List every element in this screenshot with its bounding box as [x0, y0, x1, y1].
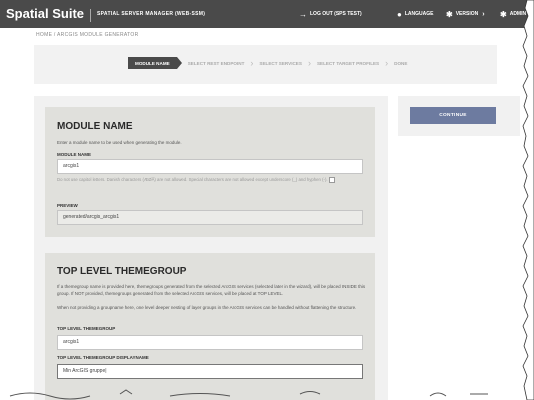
step-done[interactable]: DONE [388, 57, 413, 69]
themegroup-description: If a themegroup name is provided here, t… [57, 284, 366, 296]
brand-logo[interactable]: Spatial Suite [0, 6, 97, 22]
logout-icon: → [299, 9, 307, 19]
module-name-panel: MODULE NAME Enter a module name to be us… [45, 107, 375, 237]
themegroup-displayname-input[interactable]: Min ArcGIS gruppe| [57, 364, 363, 379]
breadcrumb-separator: / [53, 32, 56, 38]
themegroup-displayname-label: TOP LEVEL THEMEGROUP DISPLAYNAME [57, 355, 149, 360]
themegroup-input[interactable]: arcgis1 [57, 335, 363, 350]
module-name-description: Enter a module name to be used when gene… [57, 140, 182, 145]
app-name: SPATIAL SERVER MANAGER (WEB-SSM) [97, 11, 206, 17]
chevron-right-icon: › [482, 10, 485, 18]
version-menu[interactable]: ✱ VERSION › [446, 0, 485, 28]
logout-label: LOG OUT (SPS TEST) [310, 11, 362, 17]
themegroup-description-nesting: When not providing a groupname here, one… [57, 305, 357, 310]
checkbox[interactable] [328, 176, 335, 183]
step-select-target-profiles[interactable]: SELECT TARGET PROFILES [311, 57, 385, 69]
logout-link[interactable]: → LOG OUT (SPS TEST) [299, 0, 362, 28]
breadcrumb-current: ARCGIS MODULE GENERATOR [57, 32, 139, 38]
themegroup-panel: TOP LEVEL THEMEGROUP If a themegroup nam… [45, 253, 375, 400]
preview-label: PREVIEW [57, 203, 78, 208]
language-label: LANGUAGE [404, 11, 434, 17]
wizard-steps: MODULE NAME SELECT REST ENDPOINT › SELEC… [128, 57, 413, 69]
continue-button[interactable]: CONTINUE [410, 107, 496, 124]
step-module-name[interactable]: MODULE NAME [128, 57, 177, 69]
module-name-hint: Do not use capitol letters. Danish chara… [57, 176, 363, 183]
breadcrumb: HOME / ARCGIS MODULE GENERATOR [36, 32, 138, 38]
torn-edge-decoration [522, 0, 534, 400]
language-menu[interactable]: ● LANGUAGE [397, 0, 433, 28]
top-bar: Spatial Suite SPATIAL SERVER MANAGER (WE… [0, 0, 534, 28]
version-label: VERSION [455, 11, 479, 17]
themegroup-field-label: TOP LEVEL THEMEGROUP [57, 326, 116, 331]
module-name-title: MODULE NAME [57, 121, 133, 132]
step-select-services[interactable]: SELECT SERVICES [253, 57, 308, 69]
breadcrumb-home[interactable]: HOME [36, 32, 52, 38]
brand-name: Spatial Suite [6, 6, 85, 22]
globe-icon: ● [397, 9, 402, 19]
preview-field: generated/arcgis_arcgis1 [57, 210, 363, 225]
gear-icon: ✱ [500, 9, 507, 19]
themegroup-title: TOP LEVEL THEMEGROUP [57, 266, 187, 277]
module-name-input[interactable]: arcgis1 [57, 159, 363, 174]
module-name-hint-text: Do not use capitol letters. Danish chara… [57, 177, 328, 182]
brand-divider [90, 8, 92, 22]
gear-icon: ✱ [446, 9, 453, 19]
step-select-rest-endpoint[interactable]: SELECT REST ENDPOINT [182, 57, 251, 69]
scribble-decoration [9, 389, 488, 400]
module-name-field-label: MODULE NAME [57, 152, 91, 157]
